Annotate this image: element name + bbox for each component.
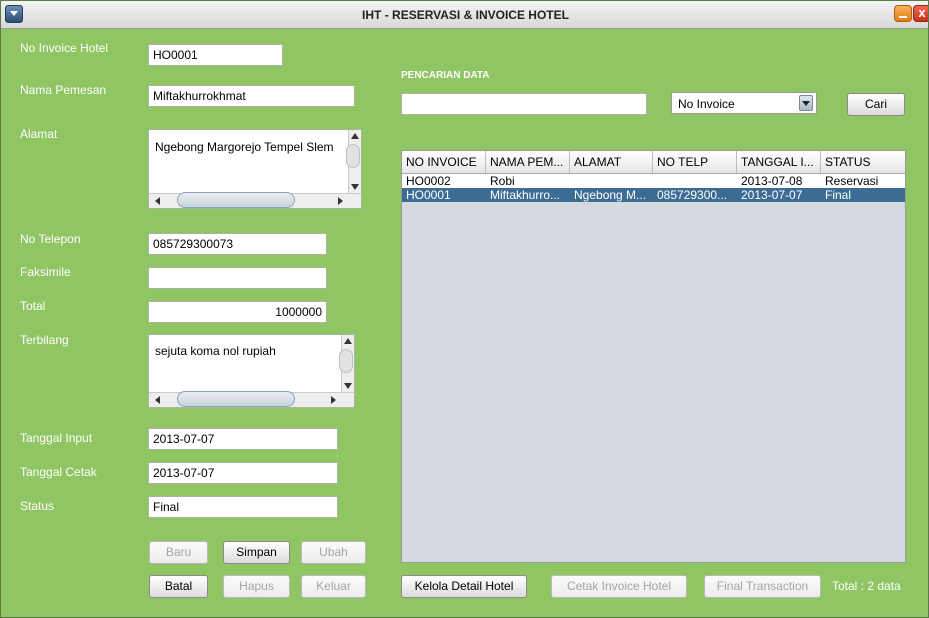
edit-button[interactable]: Ubah	[301, 541, 366, 564]
chevron-down-icon[interactable]	[799, 95, 813, 111]
arrow-right-icon[interactable]	[338, 197, 343, 205]
address-vertical-scrollbar[interactable]	[346, 130, 361, 194]
name-field[interactable]: Miftakhurrokhmat	[148, 85, 355, 107]
new-button[interactable]: Baru	[149, 541, 208, 564]
arrow-up-icon[interactable]	[351, 133, 359, 139]
search-button[interactable]: Cari	[847, 93, 905, 116]
cell-invoice: HO0002	[406, 174, 451, 188]
search-section-title: PENCARIAN DATA	[401, 70, 490, 81]
scroll-thumb[interactable]	[177, 192, 295, 208]
cell-status: Reservasi	[825, 174, 879, 188]
close-button[interactable]: x	[913, 5, 928, 22]
spelled-total-textarea[interactable]: sejuta koma nol rupiah	[148, 334, 355, 408]
input-date-label: Tanggal Input	[20, 431, 93, 445]
invoice-table[interactable]: NO INVOICE NAMA PEM... ALAMAT NO TELP TA…	[401, 150, 906, 563]
name-label: Nama Pemesan	[20, 83, 107, 97]
table-header: NO INVOICE NAMA PEM... ALAMAT NO TELP TA…	[402, 151, 905, 174]
scroll-thumb[interactable]	[346, 144, 360, 168]
cell-name: Robi	[490, 174, 515, 188]
print-date-field[interactable]: 2013-07-07	[148, 462, 338, 484]
spelled-vertical-scrollbar[interactable]	[339, 335, 354, 393]
arrow-right-icon[interactable]	[331, 396, 336, 404]
total-records: Total : 2 data	[832, 579, 901, 593]
cell-status: Final	[825, 188, 852, 202]
column-header-date[interactable]: TANGGAL I...	[737, 151, 821, 173]
address-horizontal-scrollbar[interactable]	[149, 192, 361, 208]
arrow-left-icon[interactable]	[155, 197, 160, 205]
total-label: Total	[20, 299, 46, 313]
arrow-up-icon[interactable]	[344, 338, 352, 344]
manage-detail-button[interactable]: Kelola Detail Hotel	[401, 575, 527, 598]
arrow-down-icon[interactable]	[351, 184, 359, 190]
column-header-address[interactable]: ALAMAT	[570, 151, 653, 173]
address-label: Alamat	[20, 127, 58, 141]
final-transaction-button[interactable]: Final Transaction	[704, 575, 821, 598]
spelled-total-label: Terbilang	[20, 333, 69, 347]
search-filter-value: No Invoice	[678, 97, 735, 111]
column-header-invoice[interactable]: NO INVOICE	[402, 151, 486, 173]
window-title: IHT - RESERVASI & INVOICE HOTEL	[362, 8, 569, 22]
exit-button[interactable]: Keluar	[301, 575, 366, 598]
fax-field[interactable]	[148, 267, 327, 289]
input-date-field[interactable]: 2013-07-07	[148, 428, 338, 450]
total-field[interactable]: 1000000	[148, 301, 327, 323]
search-filter-select[interactable]: No Invoice	[671, 92, 817, 114]
column-header-phone[interactable]: NO TELP	[653, 151, 737, 173]
cell-date: 2013-07-07	[741, 188, 803, 202]
title-bar[interactable]: IHT - RESERVASI & INVOICE HOTEL x	[1, 1, 928, 29]
print-invoice-button[interactable]: Cetak Invoice Hotel	[551, 575, 687, 598]
table-row[interactable]: HO0002 Robi 2013-07-08 Reservasi	[402, 174, 905, 188]
minimize-button[interactable]	[894, 5, 912, 22]
address-textarea[interactable]: Ngebong Margorejo Tempel Slem	[148, 129, 362, 209]
fax-label: Faksimile	[20, 265, 71, 279]
scroll-thumb[interactable]	[339, 349, 353, 373]
address-text: Ngebong Margorejo Tempel Slem	[155, 140, 334, 154]
delete-button[interactable]: Hapus	[223, 575, 290, 598]
status-label: Status	[20, 499, 55, 513]
cell-invoice: HO0001	[406, 188, 451, 202]
save-button[interactable]: Simpan	[223, 541, 290, 564]
cancel-button[interactable]: Batal	[149, 575, 208, 598]
spelled-total-text: sejuta koma nol rupiah	[155, 344, 276, 358]
cell-phone	[653, 174, 737, 188]
column-header-name[interactable]: NAMA PEM...	[486, 151, 570, 173]
status-field[interactable]: Final	[148, 496, 338, 518]
cell-date: 2013-07-08	[741, 174, 803, 188]
phone-label: No Telepon	[20, 232, 81, 246]
spelled-horizontal-scrollbar[interactable]	[149, 391, 354, 407]
cell-phone: 085729300...	[657, 188, 728, 202]
table-row[interactable]: HO0001 Miftakhurro... Ngebong M... 08572…	[402, 188, 905, 202]
app-window: IHT - RESERVASI & INVOICE HOTEL x No Inv…	[0, 0, 929, 618]
cell-name: Miftakhurro...	[490, 188, 561, 202]
arrow-down-icon[interactable]	[344, 383, 352, 389]
scroll-thumb[interactable]	[177, 391, 295, 407]
arrow-left-icon[interactable]	[155, 396, 160, 404]
column-header-status[interactable]: STATUS	[821, 151, 905, 173]
phone-field[interactable]: 085729300073	[148, 233, 327, 255]
search-input[interactable]	[401, 93, 647, 115]
print-date-label: Tanggal Cetak	[20, 465, 97, 479]
cell-address	[570, 174, 653, 188]
invoice-label: No Invoice Hotel	[20, 41, 109, 55]
cell-address: Ngebong M...	[574, 188, 647, 202]
invoice-field[interactable]: HO0001	[148, 44, 283, 66]
